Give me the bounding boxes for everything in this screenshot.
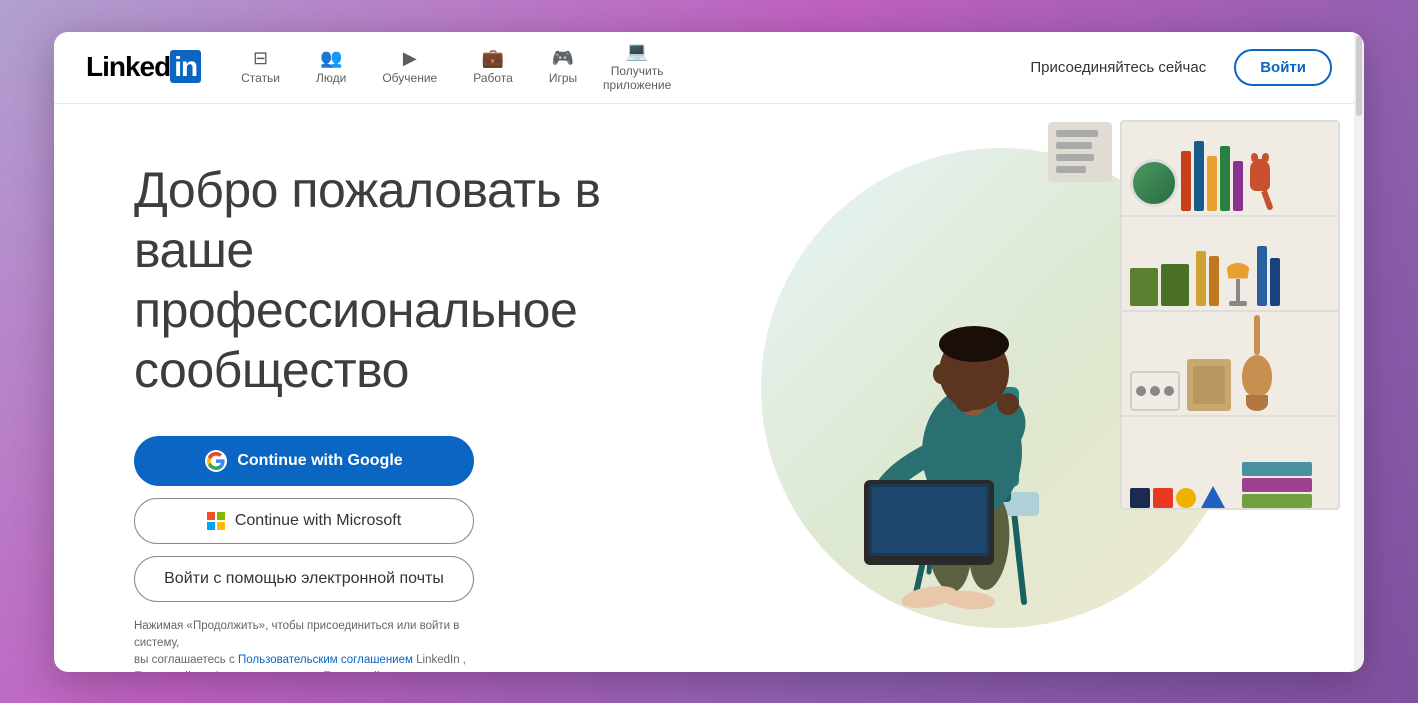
- stripe-1: [1056, 130, 1098, 137]
- book-amber: [1209, 256, 1219, 306]
- nav-item-articles[interactable]: ⊟ Статьи: [225, 41, 296, 93]
- stripe-2: [1056, 142, 1092, 149]
- book-blue2: [1257, 246, 1267, 306]
- book-gold: [1196, 251, 1206, 306]
- shelf-row-3: [1122, 312, 1338, 417]
- navbar: Linkedin ⊟ Статьи 👥 Люди ▶ Обучение 💼 Ра…: [54, 32, 1364, 104]
- main-content: Добро пожаловать в ваше профессиональное…: [54, 104, 1364, 672]
- lamp-decoration: [1226, 263, 1250, 306]
- shape-triangle: [1201, 486, 1225, 508]
- google-icon: [205, 450, 227, 472]
- folder-green2: [1161, 264, 1189, 306]
- shape-red: [1153, 488, 1173, 508]
- book-green: [1220, 146, 1230, 211]
- nav-item-people[interactable]: 👥 Люди: [300, 41, 362, 93]
- join-button[interactable]: Присоединяйтесь сейчас: [1018, 51, 1218, 84]
- shelf-row-2: [1122, 217, 1338, 312]
- stripe-3: [1056, 154, 1094, 161]
- bookshelf: [1120, 120, 1340, 510]
- app-icon: 💻: [626, 42, 648, 60]
- folder-green: [1130, 268, 1158, 306]
- right-panel: [734, 104, 1364, 672]
- terms-text: Нажимая «Продолжить», чтобы присоединить…: [134, 618, 474, 672]
- stripe-4: [1056, 166, 1086, 173]
- top-right-card: [1048, 122, 1112, 182]
- person-illustration: [814, 232, 1114, 612]
- shelf-row-1: [1122, 122, 1338, 217]
- flat-books: [1242, 462, 1312, 508]
- google-signin-button[interactable]: Continue with Google: [134, 436, 474, 486]
- learning-icon: ▶: [403, 49, 417, 67]
- box-decoration: [1187, 359, 1231, 411]
- book-navy: [1270, 258, 1280, 306]
- nav-item-learning[interactable]: ▶ Обучение: [366, 41, 453, 93]
- signin-button[interactable]: Войти: [1234, 49, 1332, 86]
- nav-actions: Присоединяйтесь сейчас Войти: [1018, 49, 1332, 86]
- globe-decoration: [1130, 159, 1178, 207]
- nav-items: ⊟ Статьи 👥 Люди ▶ Обучение 💼 Работа 🎮 Иг…: [225, 34, 1018, 100]
- page-headline: Добро пожаловать в ваше профессиональное…: [134, 160, 678, 400]
- device-box: [1130, 371, 1180, 411]
- jobs-icon: 💼: [482, 49, 504, 67]
- shelf-row-4: [1122, 417, 1338, 510]
- nav-item-app[interactable]: 💻 Получить приложение: [597, 34, 677, 100]
- logo[interactable]: Linkedin: [86, 51, 201, 83]
- articles-icon: ⊟: [253, 49, 268, 67]
- left-panel: Добро пожаловать в ваше профессиональное…: [54, 104, 734, 672]
- microsoft-icon: [207, 512, 225, 530]
- browser-window: Linkedin ⊟ Статьи 👥 Люди ▶ Обучение 💼 Ра…: [54, 32, 1364, 672]
- cat-decoration: [1250, 159, 1270, 211]
- nav-item-games[interactable]: 🎮 Игры: [533, 41, 593, 93]
- logo-text: Linkedin: [86, 51, 201, 83]
- people-icon: 👥: [320, 49, 342, 67]
- illustration: [734, 104, 1364, 672]
- terms-user-agreement-link[interactable]: Пользовательским соглашением: [238, 654, 413, 666]
- guitar-decoration: [1242, 315, 1272, 411]
- nav-item-jobs[interactable]: 💼 Работа: [457, 41, 529, 93]
- book-red-tall: [1181, 151, 1191, 211]
- book-yellow: [1207, 156, 1217, 211]
- shape-navy: [1130, 488, 1150, 508]
- microsoft-signin-button[interactable]: Continue with Microsoft: [134, 498, 474, 544]
- email-signin-button[interactable]: Войти с помощью электронной почты: [134, 556, 474, 602]
- book-blue-tall: [1194, 141, 1204, 211]
- book-purple: [1233, 161, 1243, 211]
- games-icon: 🎮: [552, 49, 574, 67]
- google-g-svg: [207, 452, 225, 470]
- shape-yellow: [1176, 488, 1196, 508]
